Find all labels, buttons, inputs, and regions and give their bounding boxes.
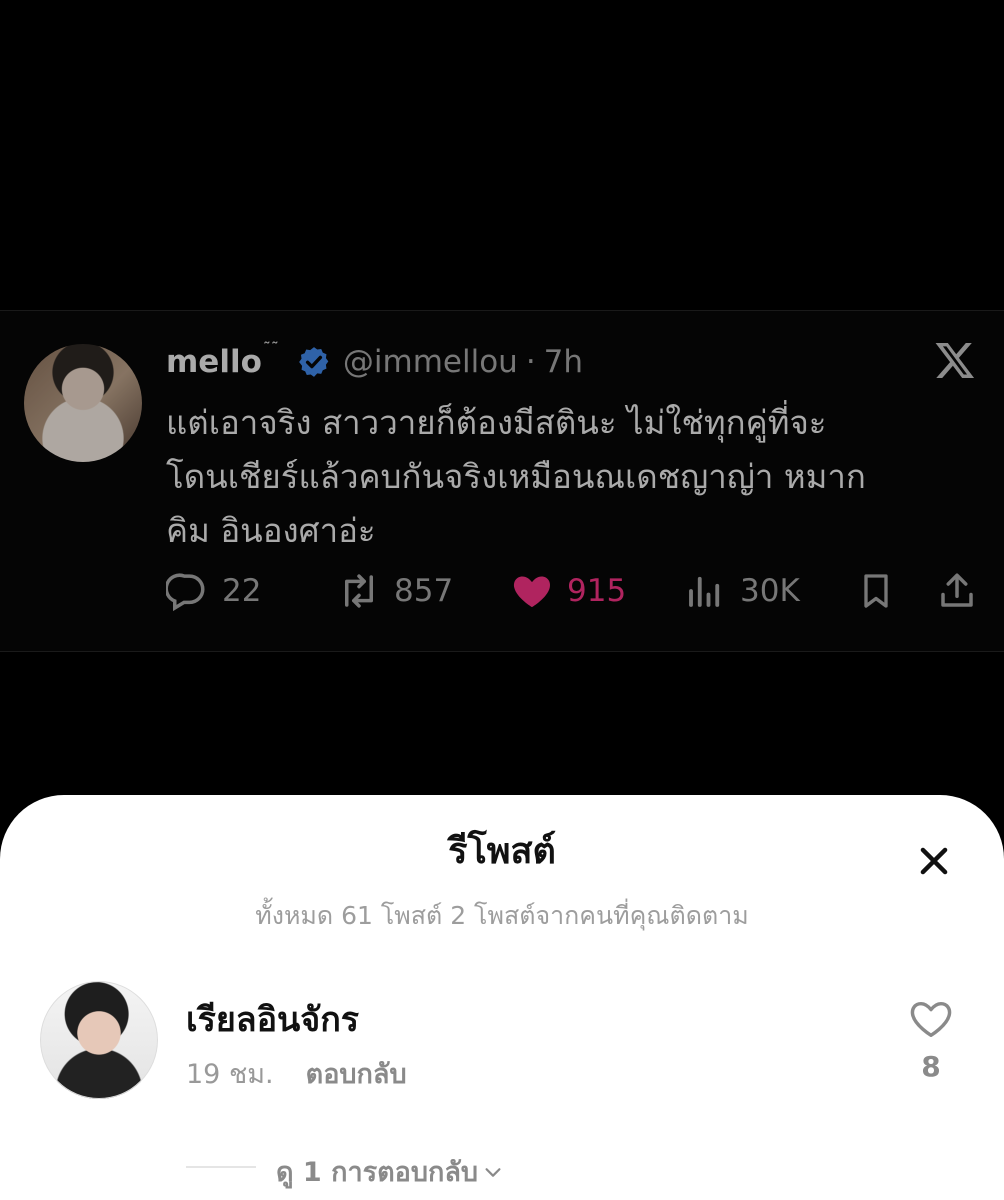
reply-action[interactable]: 22: [166, 568, 261, 614]
chevron-down-icon: [485, 1167, 501, 1177]
view-replies-label: ดู 1 การตอบกลับ: [276, 1157, 479, 1188]
tweet-separator: ·: [525, 344, 536, 380]
sheet-title: รีโพสต์: [448, 831, 556, 872]
views-bar-chart-icon: [689, 576, 720, 607]
x-logo-icon: [935, 343, 975, 379]
thread-divider: [186, 1166, 256, 1168]
reply-avatar[interactable]: [40, 981, 158, 1099]
share-icon[interactable]: [936, 568, 978, 614]
sheet-subtitle: ทั้งหมด 61 โพสต์ 2 โพสต์จากคนที่คุณติดตา…: [255, 901, 749, 930]
views-count: 30K: [740, 573, 800, 609]
tweet-handle[interactable]: @immellou: [343, 344, 518, 380]
view-replies-button[interactable]: ดู 1 การตอบกลับ: [276, 1150, 504, 1193]
verified-badge-icon: [299, 347, 329, 377]
like-count: 915: [567, 573, 627, 609]
bookmark-icon[interactable]: [856, 568, 896, 614]
reply-author-name[interactable]: เรียลอินจักร: [186, 992, 359, 1046]
tweet-name-decoration: ˜˜: [262, 338, 279, 358]
reply-bubble-icon: [166, 573, 205, 612]
tweet-header: mello ˜˜ @immellou · 7h: [166, 338, 583, 386]
tweet-avatar[interactable]: [24, 344, 142, 462]
views-action[interactable]: 30K: [684, 568, 800, 614]
tweet-action-bar: 22 857 915 30K: [166, 568, 976, 614]
repost-icon: [345, 574, 373, 608]
heart-filled-icon: [513, 576, 551, 608]
tweet-timestamp[interactable]: 7h: [544, 344, 583, 380]
heart-outline-icon[interactable]: [906, 996, 956, 1042]
repost-action[interactable]: 857: [338, 568, 453, 614]
like-action[interactable]: 915: [511, 568, 626, 614]
tweet-display-name[interactable]: mello: [166, 344, 262, 380]
reply-button[interactable]: ตอบกลับ: [306, 1052, 407, 1095]
close-icon[interactable]: [915, 842, 953, 880]
reply-timestamp: 19 ชม.: [186, 1059, 274, 1090]
reply-like-count: 8: [921, 1050, 941, 1083]
repost-count: 857: [394, 573, 454, 609]
reply-meta: 19 ชม. ตอบกลับ: [186, 1052, 407, 1095]
tweet-text: แต่เอาจริง สาววายก็ต้องมีสตินะ ไม่ใช่ทุก…: [166, 403, 866, 550]
reply-count: 22: [222, 573, 262, 609]
